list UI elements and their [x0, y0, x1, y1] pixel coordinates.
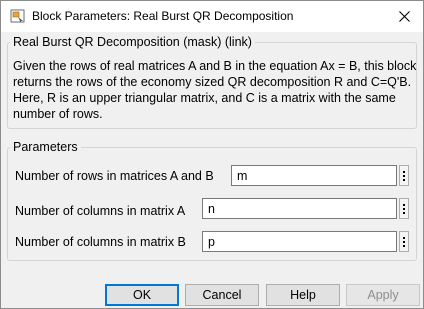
mask-group-title: Real Burst QR Decomposition (mask) (link…: [10, 35, 255, 49]
apply-button[interactable]: Apply: [346, 284, 420, 306]
close-icon: [398, 10, 410, 22]
cols-a-more-button[interactable]: [399, 198, 409, 219]
more-options-dot: [403, 174, 405, 177]
mask-description: Given the rows of real matrices A and B …: [13, 59, 417, 121]
more-options-icon: [403, 203, 405, 206]
close-button[interactable]: [391, 4, 417, 28]
block-parameters-dialog: Block Parameters: Real Burst QR Decompos…: [0, 0, 424, 309]
cols-a-input[interactable]: [202, 198, 397, 219]
more-options-dot: [403, 178, 405, 181]
cancel-button[interactable]: Cancel: [185, 284, 259, 306]
simulink-block-icon: [10, 9, 25, 23]
cols-b-label: Number of columns in matrix B: [15, 235, 186, 249]
title-bar: Block Parameters: Real Burst QR Decompos…: [1, 1, 423, 32]
cols-b-more-button[interactable]: [399, 231, 409, 252]
window-title: Block Parameters: Real Burst QR Decompos…: [32, 9, 294, 23]
help-button[interactable]: Help: [266, 284, 340, 306]
more-options-icon: [403, 170, 405, 173]
more-options-dot: [403, 211, 405, 214]
parameters-group-title: Parameters: [10, 140, 81, 154]
rows-ab-input[interactable]: [231, 165, 397, 186]
ok-button[interactable]: OK: [105, 284, 179, 306]
rows-ab-label: Number of rows in matrices A and B: [15, 169, 214, 183]
more-options-dot: [403, 207, 405, 210]
more-options-dot: [403, 240, 405, 243]
rows-ab-more-button[interactable]: [399, 165, 409, 186]
more-options-dot: [403, 244, 405, 247]
cols-b-input[interactable]: [202, 231, 397, 252]
more-options-icon: [403, 236, 405, 239]
cols-a-label: Number of columns in matrix A: [15, 204, 186, 218]
